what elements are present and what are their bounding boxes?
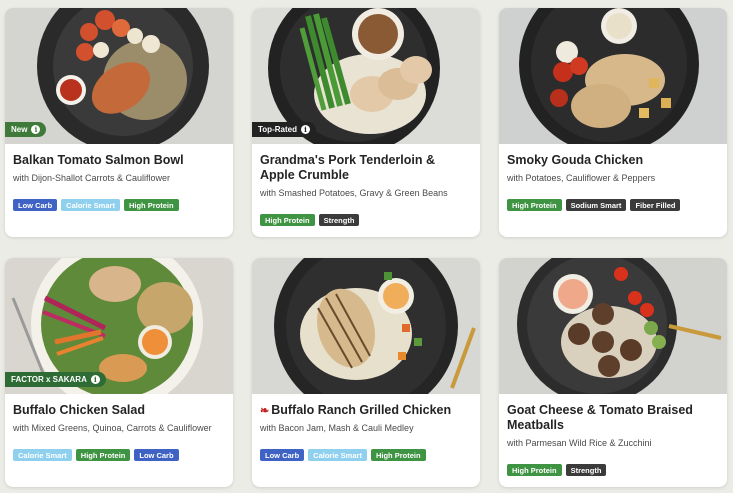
badge-factor-x-sakara: FACTOR x SAKARA i <box>5 372 106 387</box>
diet-tags: High Protein Strength <box>507 464 607 476</box>
diet-tags: Calorie Smart High Protein Low Carb <box>13 449 179 461</box>
meal-subtitle: with Dijon-Shallot Carrots & Cauliflower <box>13 173 171 183</box>
meal-card-smoky-gouda-chicken[interactable]: Smoky Gouda Chicken with Potatoes, Cauli… <box>499 8 727 237</box>
meal-card-balkan-tomato-salmon-bowl[interactable]: New i Balkan Tomato Salmon Bowl with Dij… <box>5 8 233 237</box>
tag-calorie-smart: Calorie Smart <box>13 449 72 461</box>
meal-subtitle: with Potatoes, Cauliflower & Peppers <box>507 173 656 183</box>
meal-card-buffalo-ranch-grilled-chicken[interactable]: ❧ Buffalo Ranch Grilled Chicken with Baco… <box>252 258 480 487</box>
meal-subtitle: with Mixed Greens, Quinoa, Carrots & Cau… <box>13 423 212 433</box>
tag-strength: Strength <box>318 214 360 226</box>
tag-high-protein: High Protein <box>507 464 562 476</box>
info-icon[interactable]: i <box>300 125 310 134</box>
meal-title[interactable]: Balkan Tomato Salmon Bowl <box>13 153 225 168</box>
tag-high-protein: High Protein <box>123 199 179 211</box>
meal-title[interactable]: Grandma's Pork Tenderloin & Apple Crumbl… <box>260 153 472 183</box>
meal-photo <box>499 258 727 394</box>
meal-title[interactable]: ❧ Buffalo Ranch Grilled Chicken <box>260 403 472 419</box>
meal-card-grandmas-pork-tenderloin[interactable]: Top-Rated i Grandma's Pork Tenderloin & … <box>252 8 480 237</box>
diet-tags: Low Carb Calorie Smart High Protein <box>260 449 426 461</box>
tag-high-protein: High Protein <box>75 449 131 461</box>
tag-low-carb: Low Carb <box>260 449 305 461</box>
meal-subtitle: with Bacon Jam, Mash & Cauli Medley <box>260 423 414 433</box>
diet-tags: High Protein Strength <box>260 214 360 226</box>
badge-top-rated: Top-Rated i <box>252 122 316 137</box>
meal-subtitle: with Smashed Potatoes, Gravy & Green Bea… <box>260 188 448 198</box>
meal-title[interactable]: Smoky Gouda Chicken <box>507 153 719 168</box>
meal-card-buffalo-chicken-salad[interactable]: FACTOR x SAKARA i Buffalo Chicken Salad … <box>5 258 233 487</box>
meal-card-goat-cheese-tomato-meatballs[interactable]: Goat Cheese & Tomato Braised Meatballs w… <box>499 258 727 487</box>
tag-low-carb: Low Carb <box>13 199 58 211</box>
info-icon[interactable]: i <box>90 375 100 384</box>
tag-high-protein: High Protein <box>260 214 315 226</box>
meal-photo <box>499 8 727 144</box>
tag-fiber-filled: Fiber Filled <box>630 199 681 211</box>
tag-sodium-smart: Sodium Smart <box>565 199 627 211</box>
meal-photo <box>252 258 480 394</box>
tag-strength: Strength <box>565 464 607 476</box>
badge-new: New i <box>5 122 47 137</box>
chili-pepper-icon: ❧ <box>260 405 270 417</box>
tag-low-carb: Low Carb <box>134 449 179 461</box>
tag-high-protein: High Protein <box>507 199 562 211</box>
meal-title[interactable]: Buffalo Chicken Salad <box>13 403 225 418</box>
info-icon[interactable]: i <box>31 125 41 134</box>
tag-high-protein: High Protein <box>370 449 426 461</box>
meal-subtitle: with Parmesan Wild Rice & Zucchini <box>507 438 652 448</box>
meal-title[interactable]: Goat Cheese & Tomato Braised Meatballs <box>507 403 719 433</box>
tag-calorie-smart: Calorie Smart <box>61 199 120 211</box>
diet-tags: Low Carb Calorie Smart High Protein <box>13 199 179 211</box>
tag-calorie-smart: Calorie Smart <box>308 449 367 461</box>
diet-tags: High Protein Sodium Smart Fiber Filled <box>507 199 681 211</box>
